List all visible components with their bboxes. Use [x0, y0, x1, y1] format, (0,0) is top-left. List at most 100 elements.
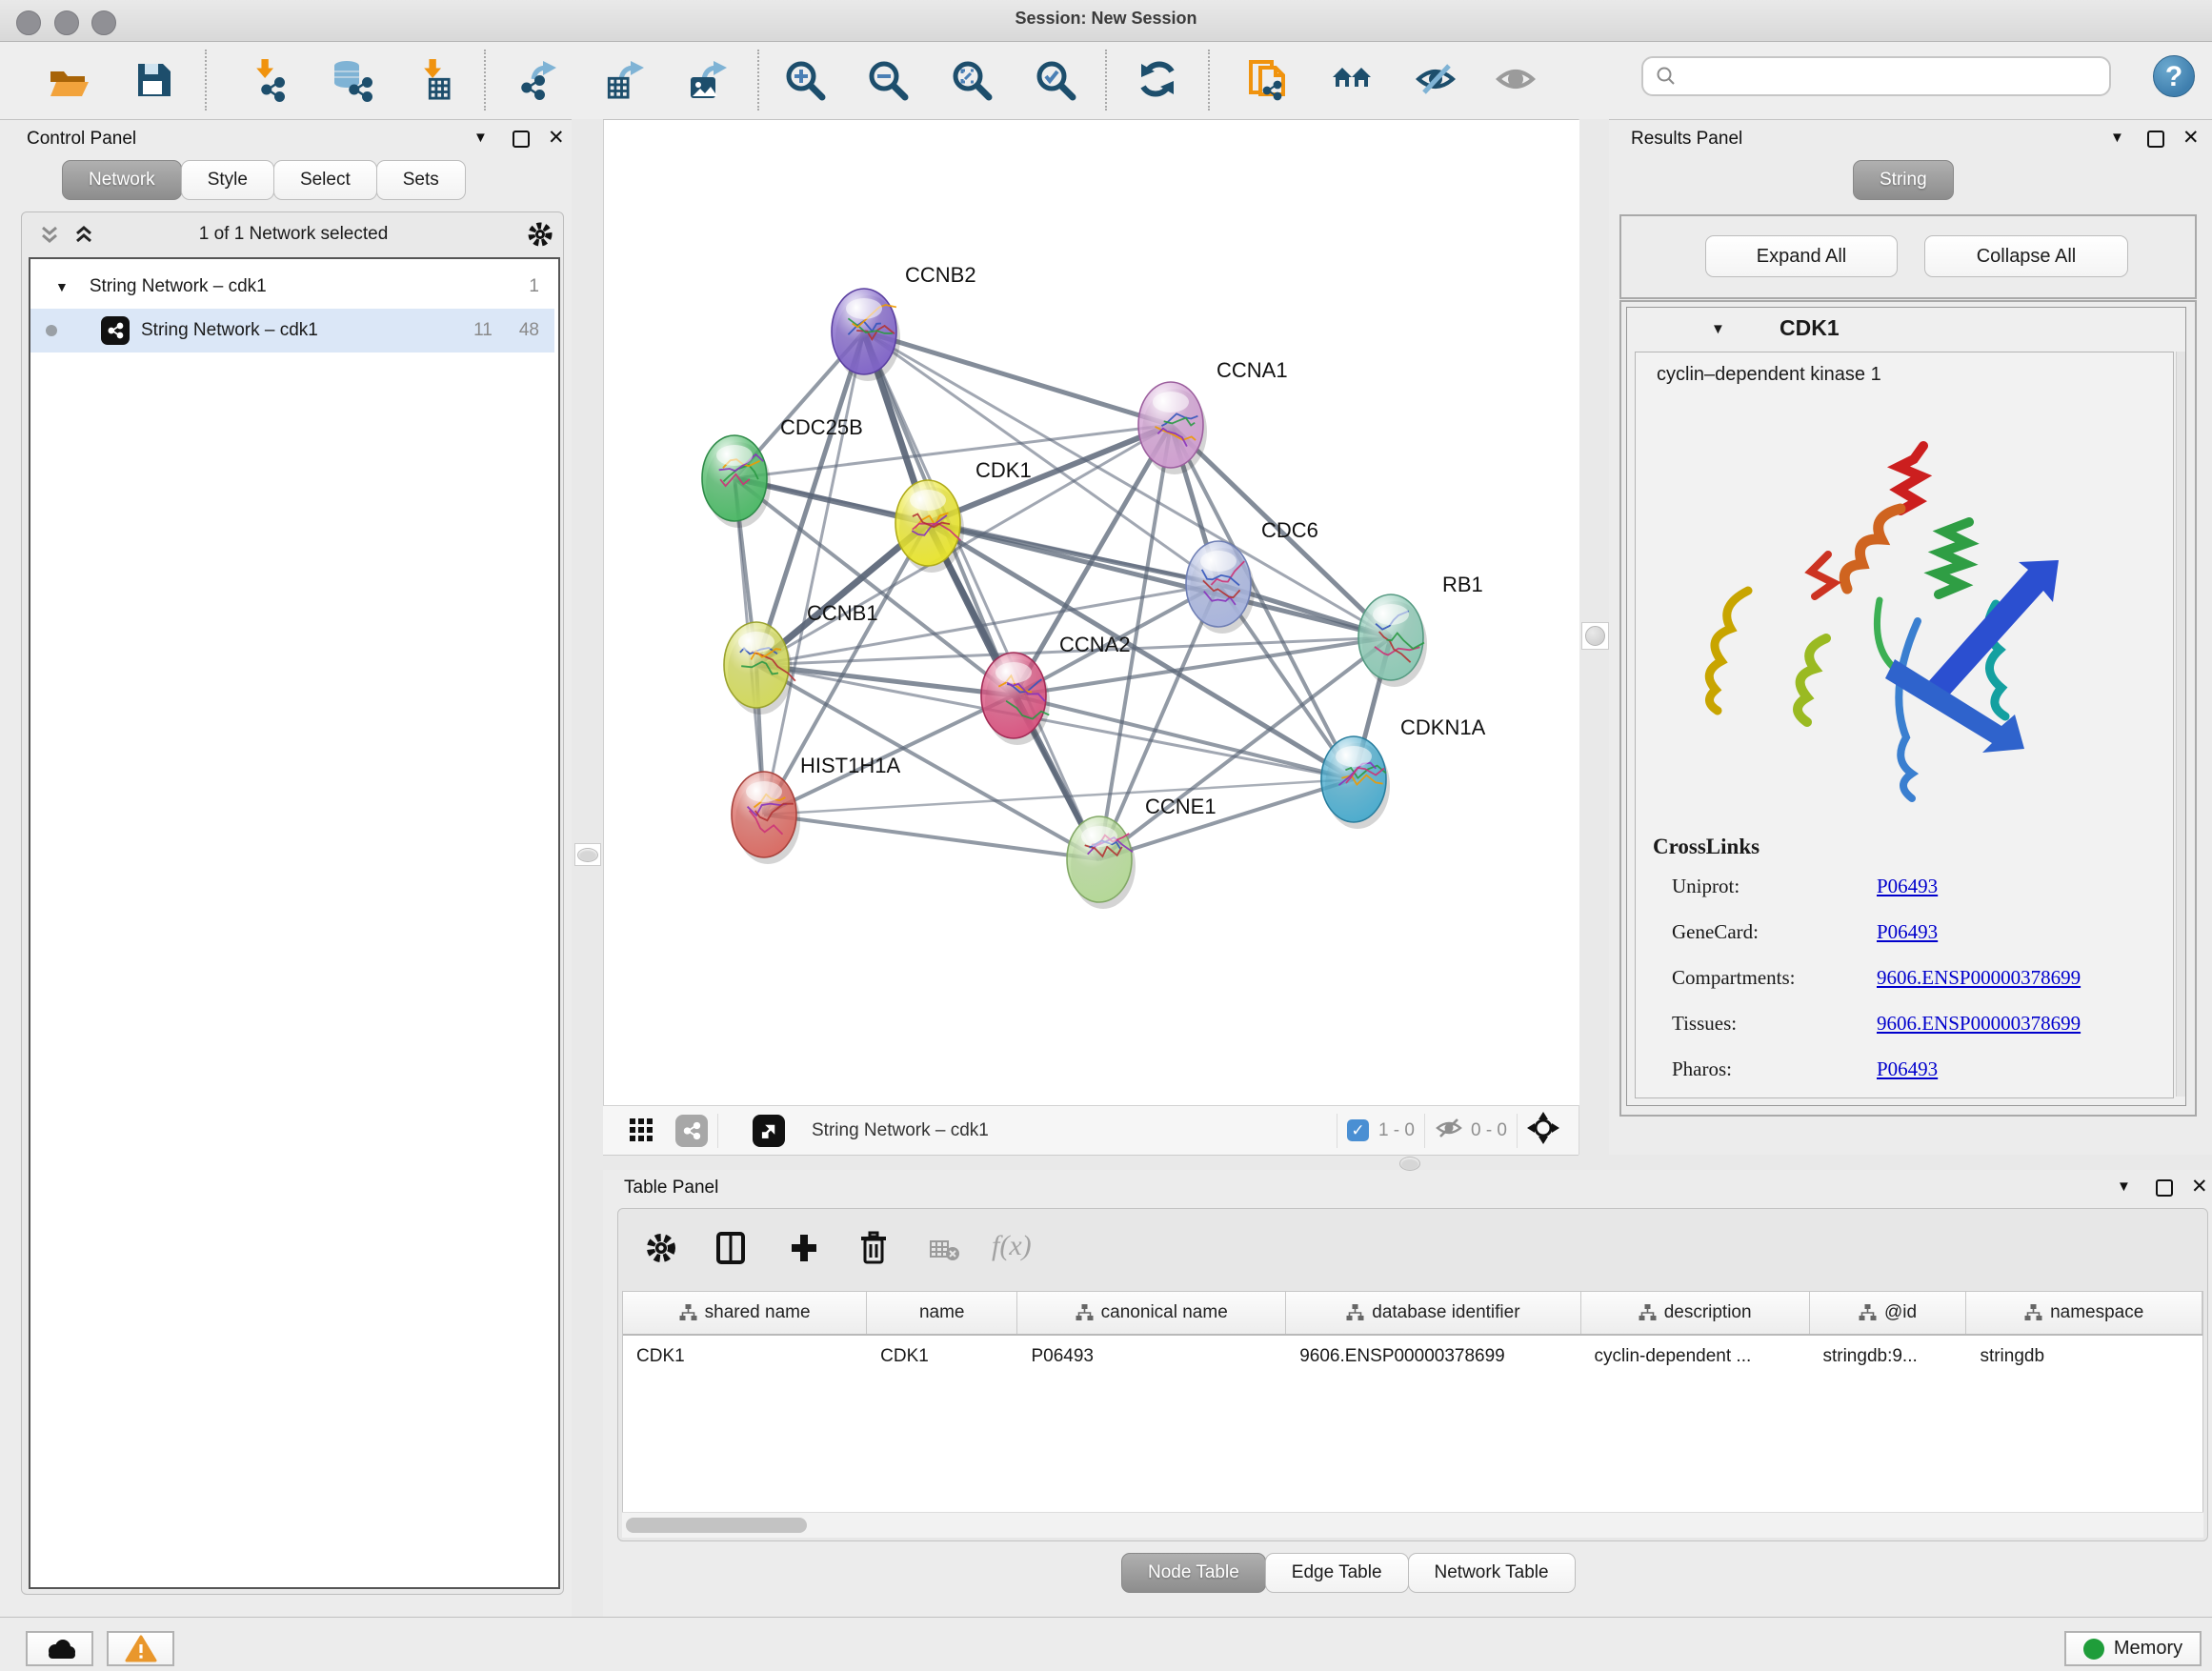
tab-select[interactable]: Select [273, 160, 377, 200]
import-table-icon[interactable] [407, 53, 460, 107]
import-network-icon[interactable] [240, 53, 293, 107]
node-RB1[interactable]: RB1 [1358, 573, 1483, 687]
control-panel-float-icon[interactable] [513, 131, 530, 148]
left-splitter[interactable] [572, 119, 603, 1617]
memory-button[interactable]: Memory [2064, 1631, 2202, 1666]
table-cell[interactable]: cyclin-dependent ... [1581, 1336, 1810, 1378]
detach-view-icon[interactable] [753, 1115, 785, 1147]
tab-edge-table[interactable]: Edge Table [1265, 1553, 1409, 1593]
warning-status-button[interactable] [107, 1631, 174, 1666]
table-panel-close-icon[interactable]: ✕ [2191, 1180, 2208, 1194]
results-panel-float-icon[interactable] [2147, 131, 2164, 148]
results-vertical-scrollbar[interactable] [2176, 352, 2185, 1097]
window-titlebar: Session: New Session [0, 0, 2212, 42]
delete-column-trash-icon[interactable] [858, 1230, 889, 1271]
tab-network[interactable]: Network [62, 160, 182, 200]
column-header-database-identifier[interactable]: database identifier [1286, 1292, 1580, 1334]
tab-node-table[interactable]: Node Table [1121, 1553, 1266, 1593]
scrollbar-thumb[interactable] [626, 1518, 807, 1533]
column-header-name[interactable]: name [867, 1292, 1017, 1334]
network-options-gear-icon[interactable] [527, 221, 553, 252]
expand-all-button[interactable]: Expand All [1705, 235, 1898, 277]
network-collection-row[interactable]: ▼ String Network – cdk1 1 [30, 265, 554, 309]
node-CCNE1[interactable]: CCNE1 [1067, 795, 1217, 909]
hidden-eye-icon[interactable] [1435, 1116, 1463, 1145]
column-header-description[interactable]: description [1581, 1292, 1810, 1334]
collapse-all-chevron-icon[interactable] [39, 224, 60, 252]
search-box[interactable] [1641, 56, 2111, 96]
export-image-icon[interactable] [680, 53, 734, 107]
table-row[interactable]: CDK1CDK1P064939606.ENSP00000378699cyclin… [623, 1336, 2202, 1378]
zoom-in-icon[interactable] [778, 53, 832, 107]
create-column-plus-icon[interactable] [788, 1231, 820, 1270]
network-selection-status: 1 of 1 Network selected [127, 224, 460, 245]
tab-style[interactable]: Style [181, 160, 274, 200]
crosslink-value-link[interactable]: 9606.ENSP00000378699 [1877, 1012, 2081, 1036]
column-header-shared-name[interactable]: shared name [623, 1292, 867, 1334]
column-header-label: name [919, 1302, 965, 1323]
network-overview-icon[interactable] [1326, 53, 1379, 107]
zoom-selected-icon[interactable] [1029, 53, 1082, 107]
table-cell[interactable]: P06493 [1017, 1336, 1286, 1378]
collapse-all-button[interactable]: Collapse All [1924, 235, 2128, 277]
show-all-icon[interactable] [1490, 53, 1543, 107]
column-header-namespace[interactable]: namespace [1966, 1292, 2202, 1334]
export-table-icon[interactable] [597, 53, 651, 107]
collection-expander-icon[interactable]: ▼ [55, 279, 69, 294]
node-label-CCNB1: CCNB1 [807, 601, 878, 625]
show-columns-icon[interactable] [715, 1231, 748, 1270]
right-splitter[interactable] [1579, 119, 1609, 1155]
zoom-out-icon[interactable] [861, 53, 915, 107]
node-CDKN1A[interactable]: CDKN1A [1321, 715, 1486, 829]
column-header-@id[interactable]: @id [1810, 1292, 1967, 1334]
table-cell[interactable]: stringdb:9... [1809, 1336, 1966, 1378]
tab-string[interactable]: String [1853, 160, 1954, 200]
hide-selected-icon[interactable] [1410, 53, 1463, 107]
table-cell[interactable]: stringdb [1966, 1336, 2202, 1378]
table-cell[interactable]: 9606.ENSP00000378699 [1286, 1336, 1580, 1378]
tab-sets[interactable]: Sets [376, 160, 466, 200]
tab-network-table[interactable]: Network Table [1408, 1553, 1576, 1593]
crosslink-value-link[interactable]: P06493 [1877, 875, 1938, 898]
refresh-icon[interactable] [1131, 53, 1184, 107]
control-panel-menu-caret-icon[interactable]: ▼ [473, 130, 488, 146]
edge-CCNB2-CCNA1[interactable] [864, 332, 1171, 425]
horizontal-splitter[interactable] [603, 1155, 2212, 1170]
open-file-icon[interactable] [40, 53, 93, 107]
node-label-CCNE1: CCNE1 [1145, 795, 1217, 818]
zoom-fit-icon[interactable] [945, 53, 998, 107]
node-CCNB2[interactable]: CCNB2 [832, 263, 976, 381]
network-share-view-icon[interactable] [675, 1115, 708, 1147]
birds-eye-view-icon[interactable] [1527, 1112, 1559, 1149]
cloud-status-button[interactable] [26, 1631, 93, 1666]
edge-CCNB2-HIST1H1A[interactable] [764, 332, 864, 815]
crosslink-value-link[interactable]: P06493 [1877, 920, 1938, 944]
help-button[interactable]: ? [2153, 55, 2195, 97]
table-panel-menu-caret-icon[interactable]: ▼ [2117, 1178, 2131, 1195]
results-panel-menu-caret-icon[interactable]: ▼ [2110, 130, 2124, 146]
search-input[interactable] [1685, 66, 2089, 88]
table-settings-gear-icon[interactable] [645, 1232, 677, 1269]
save-session-icon[interactable] [126, 53, 179, 107]
crosslink-value-link[interactable]: 9606.ENSP00000378699 [1877, 966, 2081, 990]
grid-view-icon[interactable] [628, 1115, 654, 1146]
edge-HIST1H1A-CCNE1[interactable] [764, 815, 1099, 859]
expand-all-chevron-icon[interactable] [73, 224, 94, 252]
import-network-database-icon[interactable] [326, 53, 379, 107]
cdk1-expander-icon[interactable]: ▼ [1711, 321, 1725, 337]
table-panel-float-icon[interactable] [2156, 1179, 2173, 1197]
network-row-selected[interactable]: String Network – cdk1 11 48 [30, 309, 554, 352]
table-cell[interactable]: CDK1 [867, 1336, 1017, 1378]
table-cell[interactable]: CDK1 [623, 1336, 867, 1378]
crosslink-value-link[interactable]: P06493 [1877, 1057, 1938, 1081]
edge-CCNB2-CCNE1[interactable] [864, 332, 1099, 859]
selected-nodes-checkbox-icon[interactable]: ✓ [1347, 1119, 1369, 1141]
duplicate-network-icon[interactable] [1242, 53, 1296, 107]
network-canvas[interactable]: CCNB2CCNA1CDC25BCDK1CDC6RB1CCNB1CCNA2CDK… [603, 120, 1579, 1105]
results-panel-close-icon[interactable]: ✕ [2182, 131, 2200, 145]
export-network-icon[interactable] [512, 53, 565, 107]
node-CCNA1[interactable]: CCNA1 [1138, 358, 1288, 474]
column-header-canonical-name[interactable]: canonical name [1017, 1292, 1286, 1334]
control-panel-close-icon[interactable]: ✕ [548, 131, 565, 145]
table-horizontal-scrollbar[interactable] [622, 1512, 2203, 1538]
